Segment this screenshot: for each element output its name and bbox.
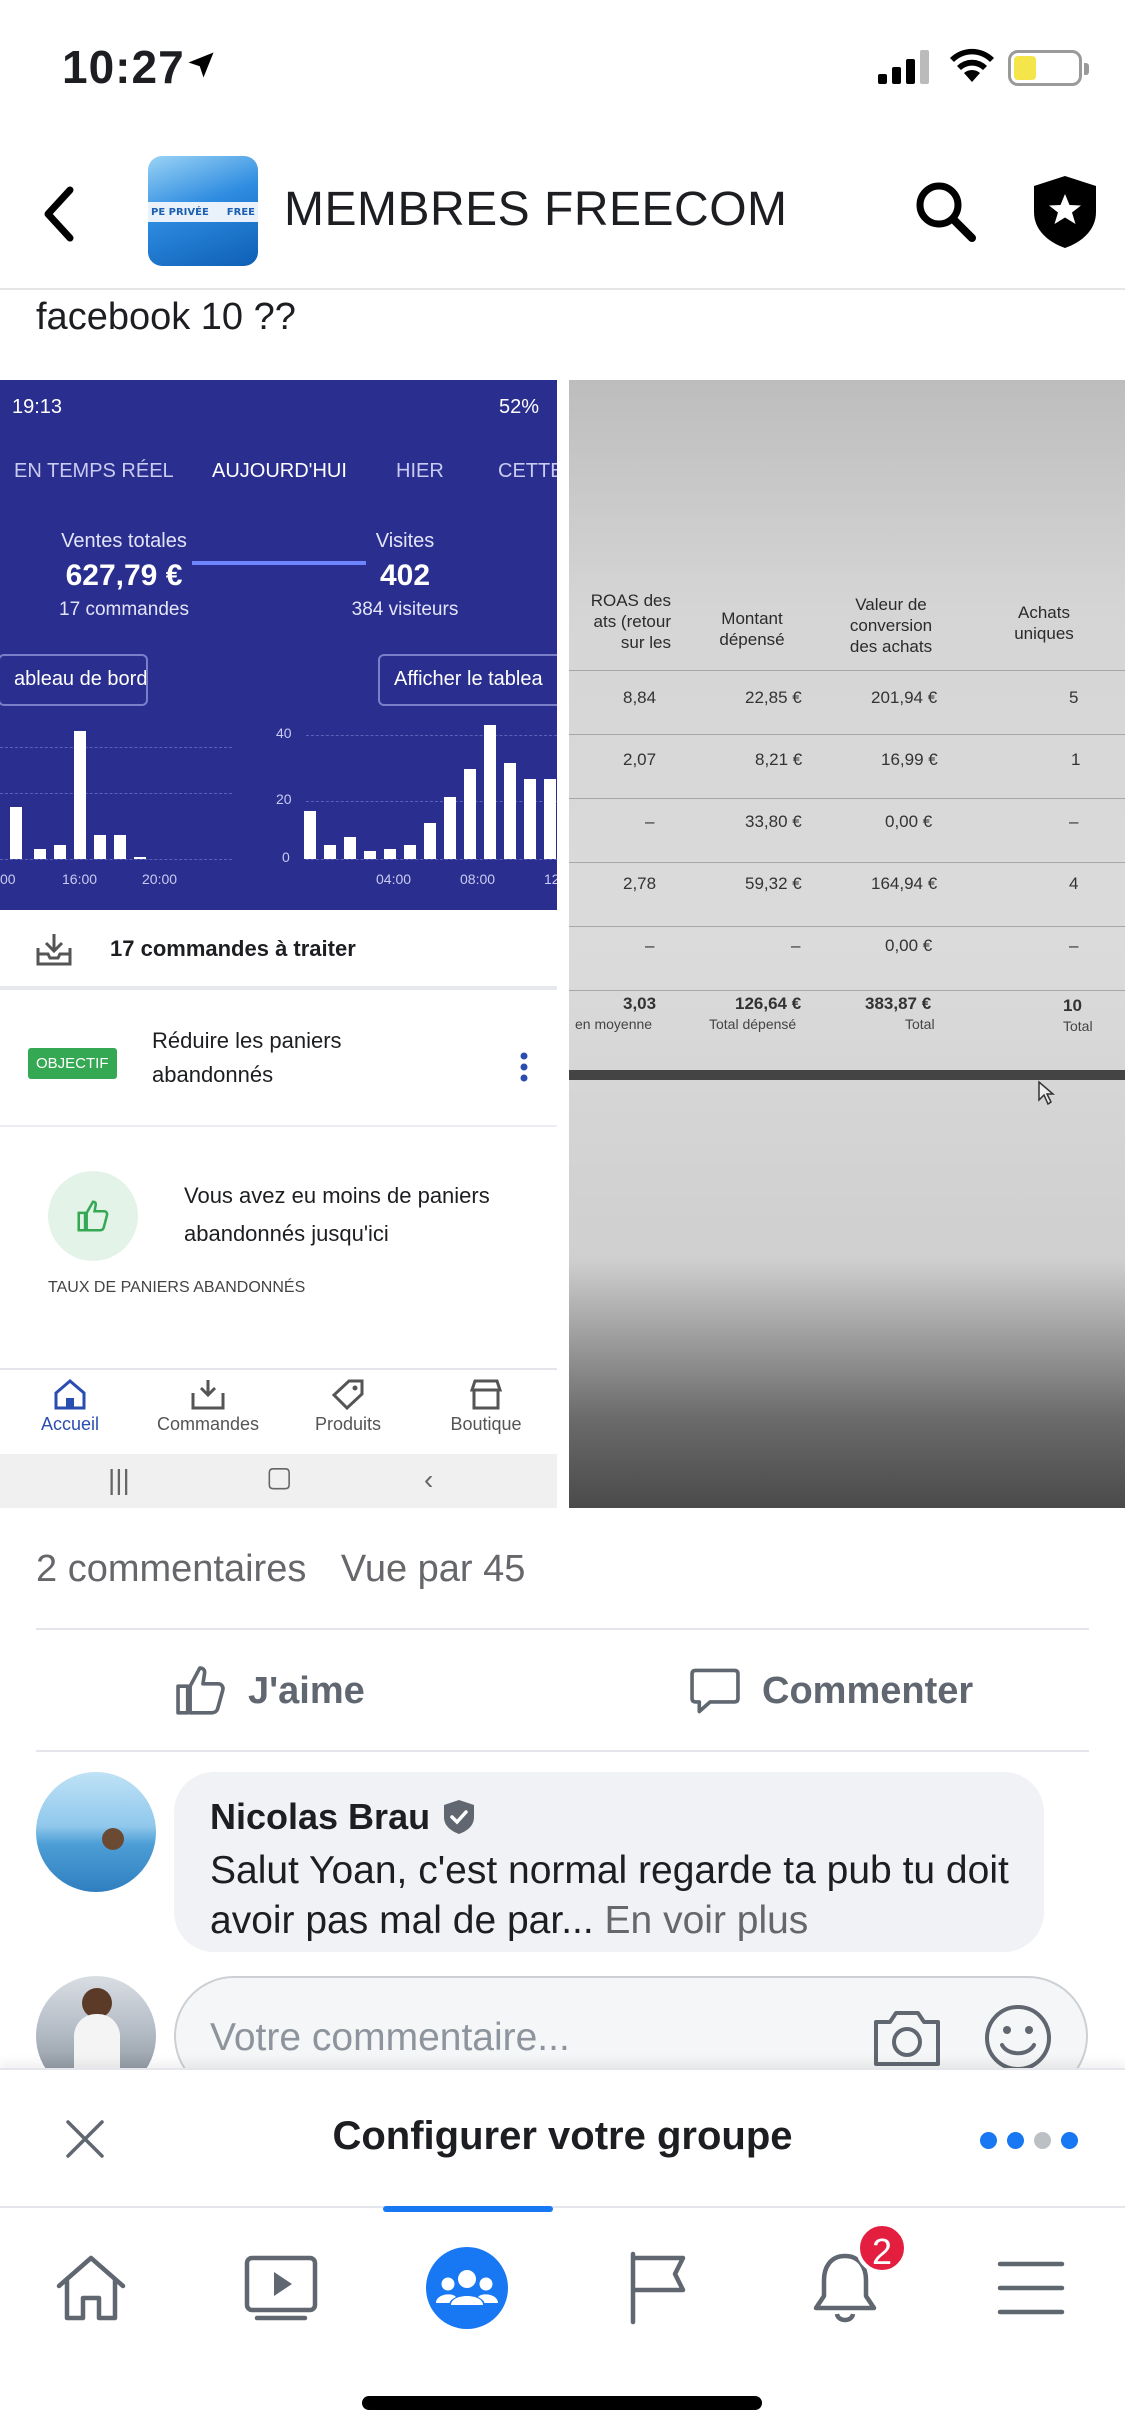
comment-bubble-icon bbox=[690, 1668, 740, 1714]
thumbs-up-circle bbox=[48, 1171, 138, 1261]
commenter-avatar[interactable] bbox=[36, 1772, 156, 1892]
tab-groups[interactable] bbox=[412, 2238, 522, 2338]
post-actions: J'aime Commenter bbox=[0, 1632, 1125, 1752]
status-time: 10:27 bbox=[62, 41, 185, 93]
home-indicator bbox=[362, 2396, 762, 2410]
location-arrow-icon bbox=[188, 52, 214, 78]
group-title[interactable]: MEMBRES FREECOM bbox=[284, 182, 788, 237]
kpi-sales: Ventes totales 627,79 € 17 commandes bbox=[59, 530, 189, 620]
embedded-table-button: Afficher le tablea bbox=[378, 654, 557, 706]
divider bbox=[36, 1750, 1089, 1752]
post-meta: 2 commentaires Vue par 45 bbox=[36, 1548, 525, 1591]
embedded-visits-chart: 40 20 0 04:00 08:00 12 bbox=[276, 725, 557, 887]
thumbs-up-icon bbox=[77, 1200, 109, 1232]
objective-row: OBJECTIF Réduire les paniers abandonnés bbox=[0, 1010, 557, 1120]
status-bar: 10:27 bbox=[0, 0, 1125, 140]
like-button[interactable]: J'aime bbox=[172, 1662, 365, 1720]
hamburger-menu-icon bbox=[997, 2261, 1065, 2315]
store-icon bbox=[469, 1379, 503, 1410]
embedded-tabs: EN TEMPS RÉEL AUJOURD'HUI HIER CETTE bbox=[0, 440, 557, 565]
group-header: PE PRIVÉE FREE MEMBRES FREECOM bbox=[0, 140, 1125, 290]
emoji-icon[interactable] bbox=[982, 2002, 1054, 2074]
mouse-cursor-icon bbox=[1038, 1080, 1055, 1106]
comment-author[interactable]: Nicolas Brau bbox=[210, 1796, 430, 1838]
embedded-status-bar: 19:13 52% bbox=[12, 396, 539, 418]
tab-pages[interactable] bbox=[602, 2238, 712, 2338]
comment-button[interactable]: Commenter bbox=[686, 1662, 973, 1720]
android-nav-bar: ||| ▢ ‹ bbox=[0, 1454, 557, 1508]
seen-by-link[interactable]: Vue par 45 bbox=[341, 1548, 526, 1590]
post-text: facebook 10 ?? bbox=[36, 296, 296, 338]
banner-title: Configurer votre groupe bbox=[332, 2114, 793, 2158]
objective-badge: OBJECTIF bbox=[28, 1048, 117, 1079]
inbox-download-icon bbox=[36, 934, 72, 966]
post-image-ads-table-photo[interactable]: ROAS des ats (retour sur les Montant dép… bbox=[569, 380, 1125, 1508]
thumbs-up-icon bbox=[176, 1666, 225, 1715]
tab-home[interactable] bbox=[36, 2238, 146, 2338]
camera-icon[interactable] bbox=[870, 2006, 944, 2070]
group-avatar[interactable]: PE PRIVÉE FREE bbox=[148, 156, 258, 266]
tab-menu[interactable] bbox=[976, 2238, 1086, 2338]
video-play-icon bbox=[244, 2255, 318, 2321]
home-icon bbox=[56, 2255, 126, 2321]
orders-icon bbox=[191, 1380, 225, 1410]
embedded-bottom-nav: Accueil Commandes Produits Boutique bbox=[0, 1368, 557, 1438]
comment-bubble[interactable]: Nicolas Brau Salut Yoan, c'est normal re… bbox=[174, 1772, 1044, 1952]
photo-col-roas: ROAS des ats (retour sur les bbox=[590, 591, 671, 652]
embedded-dashboard-button: ableau de bord bbox=[0, 654, 148, 706]
more-vertical-icon bbox=[520, 1052, 528, 1082]
flag-icon bbox=[630, 2251, 686, 2325]
photo-col-conversion: Valeur de conversion des achats bbox=[849, 595, 933, 656]
photo-col-purchases: Achats uniques bbox=[1014, 603, 1074, 643]
divider bbox=[36, 1628, 1089, 1630]
abandoned-carts-card: Vous avez eu moins de paniers abandonnés… bbox=[0, 1125, 557, 1305]
admin-badge-icon bbox=[444, 1800, 475, 1834]
comment-input[interactable] bbox=[210, 2008, 810, 2068]
search-icon[interactable] bbox=[912, 178, 978, 244]
active-tab-indicator bbox=[383, 2206, 553, 2212]
cellular-signal-icon bbox=[878, 50, 929, 84]
comment-count-link[interactable]: 2 commentaires bbox=[36, 1548, 306, 1590]
post-image-shopify-screenshot[interactable]: 19:13 52% EN TEMPS RÉEL AUJOURD'HUI HIER… bbox=[0, 380, 557, 1508]
embedded-sales-chart: 00 16:00 20:00 bbox=[0, 725, 232, 905]
groups-icon bbox=[426, 2247, 508, 2329]
notifications-badge: 2 bbox=[856, 2222, 908, 2274]
wifi-icon bbox=[950, 48, 994, 82]
orders-to-process-row: 17 commandes à traiter bbox=[0, 910, 557, 990]
setup-group-banner[interactable]: Configurer votre groupe bbox=[0, 2068, 1125, 2206]
admin-shield-icon[interactable] bbox=[1030, 174, 1100, 250]
battery-icon bbox=[1008, 50, 1089, 86]
see-more-link[interactable]: En voir plus bbox=[605, 1899, 809, 1942]
back-arrow-icon[interactable] bbox=[38, 182, 78, 246]
shopify-header: 19:13 52% EN TEMPS RÉEL AUJOURD'HUI HIER… bbox=[0, 380, 557, 910]
tab-watch[interactable] bbox=[226, 2238, 336, 2338]
kpi-visits: Visites 402 384 visiteurs bbox=[351, 530, 459, 620]
photo-col-spent: Montant dépensé bbox=[719, 609, 785, 649]
progress-dots bbox=[980, 2132, 1078, 2149]
home-icon bbox=[54, 1379, 86, 1410]
tag-icon bbox=[331, 1379, 364, 1410]
